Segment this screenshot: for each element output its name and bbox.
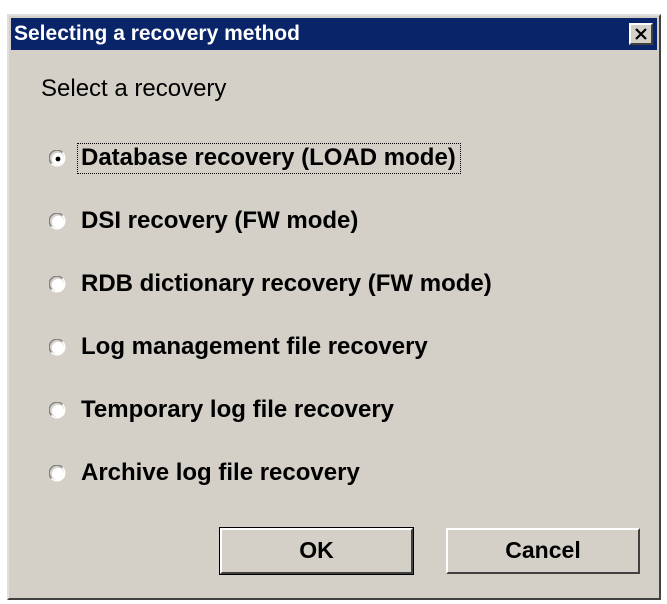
radio-button-selected[interactable] [49, 150, 67, 168]
radio-label: Log management file recovery [81, 333, 428, 360]
radio-label: Temporary log file recovery [81, 396, 395, 423]
dialog-title: Selecting a recovery method [14, 22, 300, 45]
radio-label: DSI recovery (FW mode) [81, 207, 359, 234]
radio-button[interactable] [49, 339, 67, 357]
radio-label: Archive log file recovery [81, 459, 360, 486]
radio-button[interactable] [49, 465, 67, 483]
radio-button[interactable] [49, 276, 67, 294]
recovery-method-dialog: Selecting a recovery method Select a rec… [7, 14, 661, 600]
title-bar[interactable]: Selecting a recovery method [11, 18, 657, 50]
close-button[interactable] [629, 23, 653, 45]
close-icon [635, 28, 647, 40]
radio-button[interactable] [49, 213, 67, 231]
recovery-group-label: Select a recovery [41, 75, 227, 102]
cancel-button[interactable]: Cancel [446, 528, 640, 574]
radio-label: RDB dictionary recovery (FW mode) [81, 270, 492, 297]
radio-button[interactable] [49, 402, 67, 420]
ok-button[interactable]: OK [219, 527, 414, 575]
radio-label: Database recovery (LOAD mode) [77, 143, 461, 174]
